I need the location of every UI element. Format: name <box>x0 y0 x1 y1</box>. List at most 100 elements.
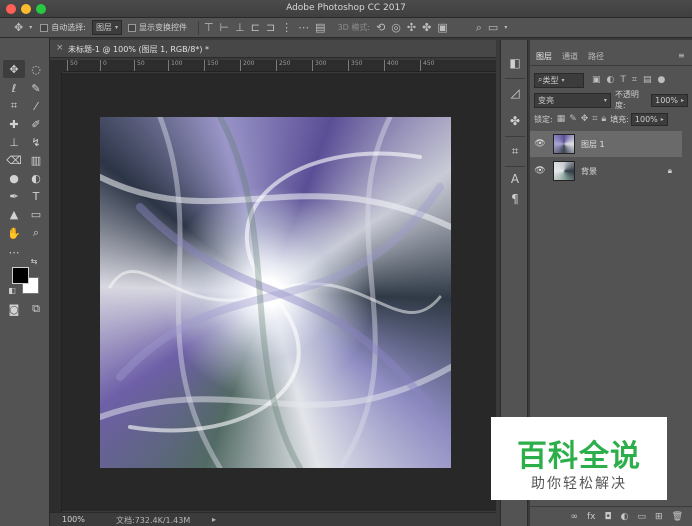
3d-pan-icon[interactable]: ✣ <box>407 22 416 33</box>
status-bar: 100% 文档:732.4K/1.43M ▸ <box>50 512 496 526</box>
filter-type-icon[interactable]: T <box>620 75 626 85</box>
document-info[interactable]: 文档:732.4K/1.43M <box>116 515 190 526</box>
lock-image-icon[interactable]: ✎ <box>569 114 577 124</box>
align-middle-icon[interactable]: ⊢ <box>220 22 230 33</box>
default-colors-icon[interactable]: ◧ <box>6 284 18 296</box>
opacity-field[interactable]: 100% ▸ <box>651 93 688 107</box>
quick-mask-icon[interactable]: ◙ <box>3 300 25 318</box>
close-icon[interactable]: × <box>56 43 64 53</box>
align-center-icon[interactable]: ⊐ <box>266 22 275 33</box>
layer-name[interactable]: 图层 1 <box>581 139 605 150</box>
align-top-icon[interactable]: ⊤ <box>204 22 214 33</box>
healing-brush-tool-icon[interactable]: ✚ <box>3 115 25 133</box>
tool-preset-chevron-icon[interactable]: ▾ <box>29 24 32 31</box>
divider <box>197 20 199 35</box>
document-canvas[interactable] <box>100 117 451 468</box>
paragraph-panel-icon[interactable]: ¶ <box>506 190 524 208</box>
foreground-color-swatch[interactable] <box>12 267 29 284</box>
auto-select-dropdown[interactable]: 图层 ▾ <box>91 20 122 35</box>
3d-rotate-icon[interactable]: ⟲ <box>376 22 385 33</box>
new-group-icon[interactable]: ▭ <box>638 512 647 522</box>
lock-artboard-icon[interactable]: ⌗ <box>592 114 597 124</box>
pen-tool-icon[interactable]: ✒ <box>3 187 25 205</box>
filter-smart-object-icon[interactable]: ▤ <box>643 75 652 85</box>
type-tool-icon[interactable]: T <box>25 187 47 205</box>
distribute-icon[interactable]: ⋮ <box>281 22 292 33</box>
character-panel-icon[interactable]: A <box>506 170 524 188</box>
status-menu-arrow-icon[interactable]: ▸ <box>212 515 216 524</box>
layer-filter-dropdown[interactable]: ⌕ 类型 ▾ <box>534 72 584 88</box>
add-mask-icon[interactable]: ◘ <box>605 512 612 522</box>
move-tool-icon[interactable]: ✥ <box>3 60 25 78</box>
panel-menu-icon[interactable]: ≡ <box>678 51 685 60</box>
blur-tool-icon[interactable]: ● <box>3 169 25 187</box>
divider <box>505 166 525 167</box>
workspace-icon[interactable]: ▭ <box>488 22 498 33</box>
layer-name[interactable]: 背景 <box>581 166 597 177</box>
edit-toolbar-icon[interactable]: ⋯ <box>3 243 25 261</box>
delete-layer-icon[interactable]: 🗑︎ <box>672 512 683 522</box>
auto-select-checkbox[interactable]: 自动选择: <box>40 22 86 33</box>
properties-panel-icon[interactable]: ⌗ <box>506 142 524 160</box>
eraser-tool-icon[interactable]: ⌫ <box>3 151 25 169</box>
lasso-tool-icon[interactable]: ℓ <box>3 79 25 97</box>
watermark-subtitle: 助你轻松解决 <box>531 476 627 492</box>
lock-label: 锁定: <box>534 114 553 124</box>
swap-colors-icon[interactable]: ⇆ <box>27 255 41 267</box>
lock-transparent-icon[interactable]: ▦ <box>557 114 566 124</box>
3d-roll-icon[interactable]: ◎ <box>391 22 401 33</box>
show-transform-checkbox-box[interactable] <box>127 23 136 32</box>
filter-shape-icon[interactable]: ⌗ <box>632 75 637 85</box>
search-icon[interactable]: ⌕ <box>476 22 482 33</box>
blend-mode-dropdown[interactable]: 变亮 ▾ <box>534 92 611 108</box>
filter-adjustment-icon[interactable]: ◐ <box>607 75 615 85</box>
move-tool-icon[interactable]: ✥ <box>14 22 23 33</box>
auto-select-checkbox-box[interactable] <box>40 23 49 32</box>
history-brush-tool-icon[interactable]: ↯ <box>25 133 47 151</box>
crop-tool-icon[interactable]: ⌗ <box>3 97 25 115</box>
align-left-icon[interactable]: ⊏ <box>251 22 260 33</box>
3d-scale-icon[interactable]: ▣ <box>437 22 447 33</box>
quick-select-tool-icon[interactable]: ✎ <box>25 79 47 97</box>
opacity-label: 不透明度: <box>614 90 639 110</box>
clone-stamp-tool-icon[interactable]: ⊥ <box>3 133 25 151</box>
layer-style-icon[interactable]: fx <box>587 512 596 522</box>
workspace-chevron-icon[interactable]: ▾ <box>504 24 507 31</box>
filter-toggle-icon[interactable]: ● <box>657 75 665 85</box>
distribute-horizontal-icon[interactable]: ⋯ <box>298 22 309 33</box>
layer-row-layer1[interactable]: 👁︎ 图层 1 <box>530 131 682 157</box>
dodge-tool-icon[interactable]: ◐ <box>25 169 47 187</box>
link-layers-icon[interactable]: ∞ <box>571 512 579 522</box>
ruler-tick: 350 <box>348 60 362 71</box>
tab-channels[interactable]: 通道 <box>562 51 578 62</box>
gradient-tool-icon[interactable]: ▥ <box>25 151 47 169</box>
rectangle-tool-icon[interactable]: ▭ <box>25 205 47 223</box>
zoom-tool-icon[interactable]: ⌕ <box>25 224 47 242</box>
align-bottom-icon[interactable]: ⊥ <box>235 22 245 33</box>
brush-tool-icon[interactable]: ✐ <box>25 115 47 133</box>
tab-paths[interactable]: 路径 <box>588 51 604 62</box>
auto-align-icon[interactable]: ▤ <box>315 22 325 33</box>
new-layer-icon[interactable]: ⊞ <box>655 512 663 522</box>
lock-all-icon[interactable]: 🔒︎ <box>601 114 606 124</box>
fill-field[interactable]: 100% ▸ <box>630 112 668 126</box>
lock-position-icon[interactable]: ✥ <box>581 114 589 124</box>
filter-pixel-icon[interactable]: ▣ <box>592 75 601 85</box>
path-select-tool-icon[interactable]: ▲ <box>3 205 25 223</box>
visibility-eye-icon[interactable]: 👁︎ <box>533 166 547 176</box>
layer-row-background[interactable]: 👁︎ 背景 🔒︎ <box>530 158 682 184</box>
libraries-panel-icon[interactable]: ✤ <box>506 112 524 130</box>
tab-layers[interactable]: 图层 <box>536 51 552 62</box>
show-transform-checkbox[interactable]: 显示变换控件 <box>127 22 187 33</box>
hand-tool-icon[interactable]: ✋ <box>3 224 25 242</box>
visibility-eye-icon[interactable]: 👁︎ <box>533 139 547 149</box>
new-adjustment-icon[interactable]: ◐ <box>621 512 629 522</box>
color-panel-icon[interactable]: ◧ <box>506 54 524 72</box>
3d-slide-icon[interactable]: ✤ <box>422 22 431 33</box>
adjustments-panel-icon[interactable]: ◿ <box>506 84 524 102</box>
eyedropper-tool-icon[interactable]: ⁄ <box>25 97 47 115</box>
zoom-level[interactable]: 100% <box>62 515 85 524</box>
screen-mode-icon[interactable]: ⧉ <box>25 300 47 318</box>
marquee-tool-icon[interactable]: ◌ <box>25 60 47 78</box>
document-tab[interactable]: × 未标题-1 @ 100% (图层 1, RGB/8*) * <box>50 40 496 58</box>
